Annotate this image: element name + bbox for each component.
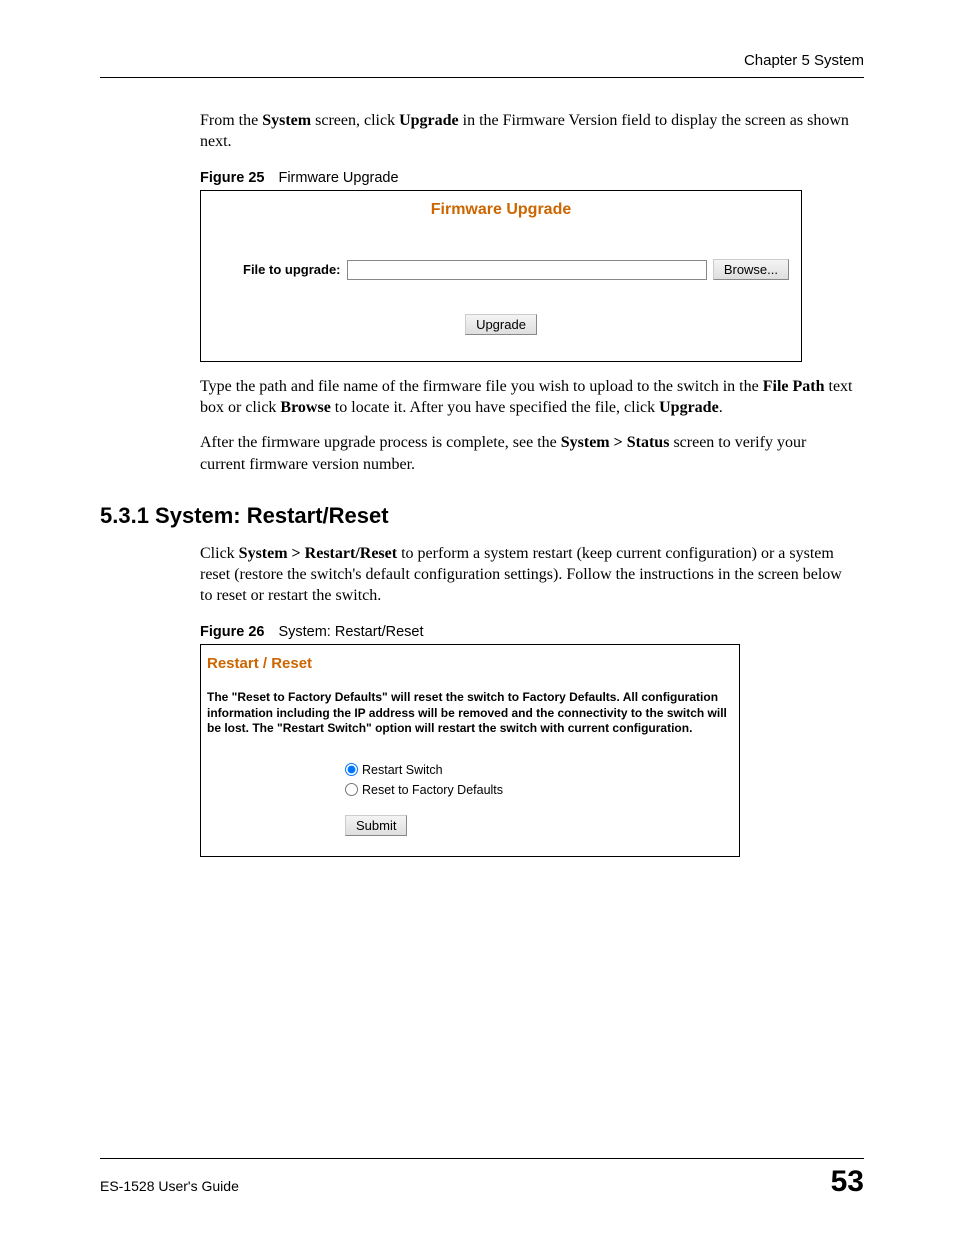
bold-system-restart-reset: System > Restart/Reset bbox=[239, 545, 397, 562]
figure-title: Firmware Upgrade bbox=[278, 170, 398, 186]
browse-button[interactable]: Browse... bbox=[713, 259, 789, 280]
section-531-paragraph: Click System > Restart/Reset to perform … bbox=[200, 543, 854, 606]
bold-file-path: File Path bbox=[763, 378, 825, 395]
text: After the firmware upgrade process is co… bbox=[200, 434, 561, 451]
bold-system: System bbox=[262, 112, 311, 129]
figure-number: Figure 25 bbox=[200, 170, 264, 186]
footer-page-number: 53 bbox=[831, 1165, 864, 1199]
bold-upgrade: Upgrade bbox=[659, 399, 719, 416]
firmware-upgrade-panel: Firmware Upgrade File to upgrade: Browse… bbox=[200, 190, 802, 362]
file-to-upgrade-label: File to upgrade: bbox=[243, 262, 341, 277]
text: to locate it. After you have specified t… bbox=[331, 399, 659, 416]
text: screen, click bbox=[311, 112, 399, 129]
panel-title: Restart / Reset bbox=[207, 655, 729, 672]
upgrade-button[interactable]: Upgrade bbox=[465, 314, 537, 335]
footer-rule bbox=[100, 1158, 864, 1159]
bold-system-status: System > Status bbox=[561, 434, 670, 451]
figure-25-caption: Figure 25 Firmware Upgrade bbox=[200, 170, 864, 186]
text: From the bbox=[200, 112, 262, 129]
after-fig25-p2: After the firmware upgrade process is co… bbox=[200, 432, 854, 474]
file-path-input[interactable] bbox=[347, 260, 707, 280]
after-fig25-p1: Type the path and file name of the firmw… bbox=[200, 376, 854, 418]
section-531-heading: 5.3.1 System: Restart/Reset bbox=[100, 503, 864, 529]
restart-switch-radio[interactable] bbox=[345, 763, 358, 776]
restart-reset-panel: Restart / Reset The "Reset to Factory De… bbox=[200, 644, 740, 857]
footer-guide-name: ES-1528 User's Guide bbox=[100, 1178, 239, 1194]
figure-number: Figure 26 bbox=[200, 624, 264, 640]
text: . bbox=[719, 399, 723, 416]
header-chapter: Chapter 5 System bbox=[100, 52, 864, 69]
figure-title: System: Restart/Reset bbox=[278, 624, 423, 640]
radio-label: Reset to Factory Defaults bbox=[362, 783, 503, 797]
panel-title: Firmware Upgrade bbox=[213, 201, 789, 219]
bold-browse: Browse bbox=[280, 399, 330, 416]
reset-warning-text: The "Reset to Factory Defaults" will res… bbox=[207, 690, 729, 737]
restart-switch-option[interactable]: Restart Switch bbox=[345, 763, 729, 777]
intro-paragraph: From the System screen, click Upgrade in… bbox=[200, 110, 854, 152]
submit-button[interactable]: Submit bbox=[345, 815, 407, 836]
text: Type the path and file name of the firmw… bbox=[200, 378, 763, 395]
bold-upgrade: Upgrade bbox=[399, 112, 459, 129]
radio-label: Restart Switch bbox=[362, 763, 443, 777]
text: Click bbox=[200, 545, 239, 562]
figure-26-caption: Figure 26 System: Restart/Reset bbox=[200, 624, 864, 640]
reset-factory-defaults-radio[interactable] bbox=[345, 783, 358, 796]
reset-factory-defaults-option[interactable]: Reset to Factory Defaults bbox=[345, 783, 729, 797]
page-footer: ES-1528 User's Guide 53 bbox=[100, 1158, 864, 1199]
header-rule bbox=[100, 77, 864, 78]
